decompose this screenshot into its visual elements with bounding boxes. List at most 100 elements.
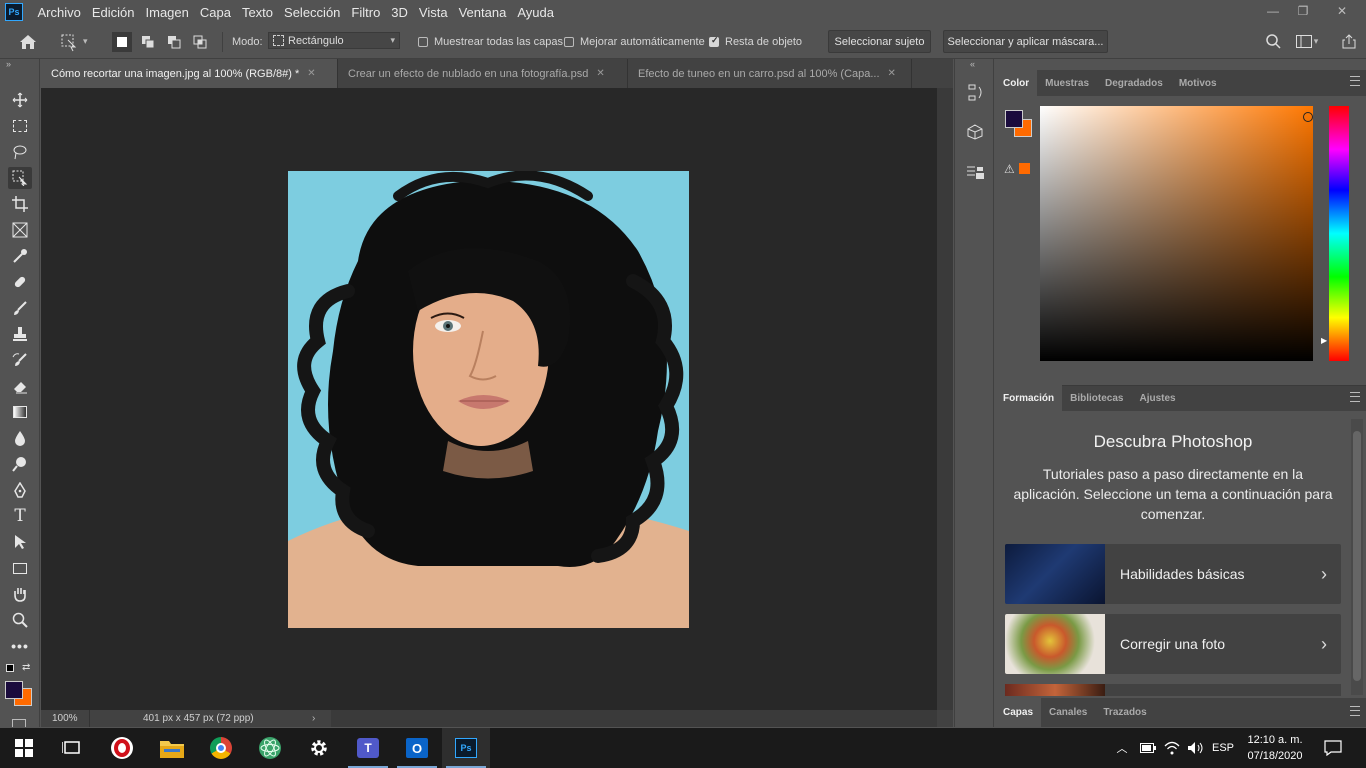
history-brush-icon[interactable]	[8, 349, 32, 371]
menu-vista[interactable]: Vista	[413, 0, 453, 24]
battery-icon[interactable]	[1136, 728, 1160, 768]
tab-color[interactable]: Color	[995, 70, 1038, 96]
close-tab-icon[interactable]: ✕	[596, 68, 604, 79]
card-habilidades-basicas[interactable]: Habilidades básicas ›	[1005, 544, 1341, 604]
panel-menu-icon[interactable]	[1350, 76, 1360, 86]
home-icon[interactable]	[16, 24, 40, 59]
tool-preset-picker[interactable]: ▾	[58, 24, 98, 59]
zoom-level[interactable]: 100%	[52, 713, 78, 724]
rectangular-marquee-icon[interactable]	[8, 115, 32, 137]
sample-all-layers-checkbox[interactable]: Muestrear todas las capas	[418, 24, 563, 59]
default-colors-icon[interactable]	[6, 664, 14, 672]
tab-muestras[interactable]: Muestras	[1037, 70, 1097, 96]
clock[interactable]: 12:10 a. m. 07/18/2020	[1242, 728, 1308, 768]
menu-archivo[interactable]: Archivo	[32, 0, 86, 24]
hue-slider-marker-icon[interactable]: ▶	[1321, 336, 1327, 345]
tab-capas[interactable]: Capas	[995, 698, 1042, 727]
menu-texto[interactable]: Texto	[236, 0, 278, 24]
object-selection-icon[interactable]	[8, 167, 32, 189]
photoshop-taskbar-icon[interactable]: Ps	[442, 728, 490, 768]
wifi-icon[interactable]	[1160, 728, 1184, 768]
close-tab-icon[interactable]: ✕	[888, 68, 896, 79]
color-picker-field[interactable]	[1040, 106, 1313, 361]
horizontal-scrollbar[interactable]	[331, 710, 937, 727]
auto-enhance-checkbox[interactable]: Mejorar automáticamente	[564, 24, 705, 59]
tab-trazados[interactable]: Trazados	[1095, 698, 1154, 727]
quick-mask-icon[interactable]	[12, 719, 26, 727]
tab-ajustes[interactable]: Ajustes	[1131, 385, 1183, 411]
task-view-icon[interactable]	[48, 728, 96, 768]
type-tool-icon[interactable]: T	[8, 505, 32, 527]
chevron-up-icon[interactable]: ︿	[1110, 728, 1134, 768]
vertical-scrollbar[interactable]	[937, 88, 953, 710]
pen-icon[interactable]	[8, 479, 32, 501]
minimize-icon[interactable]: —	[1257, 0, 1289, 22]
teams-icon[interactable]: T	[344, 728, 392, 768]
volume-icon[interactable]	[1184, 728, 1208, 768]
menu-seleccion[interactable]: Selección	[279, 0, 346, 24]
close-icon[interactable]: ✕	[1322, 0, 1362, 22]
object-subtract-checkbox[interactable]: Resta de objeto	[709, 24, 802, 59]
settings-gear-icon[interactable]	[295, 728, 343, 768]
eyedropper-icon[interactable]	[8, 245, 32, 267]
gamut-color-swatch[interactable]	[1019, 163, 1030, 174]
restore-icon[interactable]: ❐	[1287, 0, 1319, 22]
eraser-icon[interactable]	[8, 375, 32, 397]
subtract-selection-icon[interactable]	[164, 32, 184, 52]
mode-select[interactable]: Rectángulo ▾	[268, 32, 400, 49]
swap-colors-icon[interactable]: ⇄	[22, 662, 30, 673]
new-selection-icon[interactable]	[112, 32, 132, 52]
hand-icon[interactable]	[8, 583, 32, 605]
panel-menu-icon[interactable]	[1350, 392, 1360, 402]
menu-capa[interactable]: Capa	[194, 0, 236, 24]
file-explorer-icon[interactable]	[148, 728, 196, 768]
menu-ayuda[interactable]: Ayuda	[512, 0, 560, 24]
select-and-mask-button[interactable]: Seleccionar y aplicar máscara...	[943, 30, 1108, 53]
blur-icon[interactable]	[8, 427, 32, 449]
menu-edicion[interactable]: Edición	[86, 0, 140, 24]
dodge-icon[interactable]	[8, 453, 32, 475]
menu-3d[interactable]: 3D	[386, 0, 414, 24]
hue-slider[interactable]	[1329, 106, 1349, 361]
add-selection-icon[interactable]	[138, 32, 158, 52]
clone-stamp-icon[interactable]	[8, 323, 32, 345]
tab-formacion[interactable]: Formación	[995, 385, 1063, 411]
foreground-color-swatch[interactable]	[5, 681, 23, 699]
tab-efecto-tuneo[interactable]: Efecto de tuneo en un carro.psd al 100% …	[628, 59, 912, 88]
menu-ventana[interactable]: Ventana	[453, 0, 512, 24]
windows-start-icon[interactable]	[0, 728, 48, 768]
tab-canales[interactable]: Canales	[1041, 698, 1095, 727]
collapse-icon[interactable]: »	[6, 59, 11, 69]
panel-menu-icon[interactable]	[1350, 706, 1360, 716]
atom-icon[interactable]	[246, 728, 294, 768]
healing-brush-icon[interactable]	[8, 271, 32, 293]
notifications-icon[interactable]	[1318, 728, 1348, 768]
chevron-right-icon[interactable]: ›	[312, 713, 315, 724]
card-corregir-foto[interactable]: Corregir una foto ›	[1005, 614, 1341, 674]
close-tab-icon[interactable]: ✕	[307, 68, 315, 79]
chrome-icon[interactable]	[197, 728, 245, 768]
photoshop-logo-icon[interactable]: Ps	[5, 3, 23, 21]
rectangle-shape-icon[interactable]	[8, 557, 32, 579]
3d-panel-icon[interactable]	[963, 120, 987, 144]
language-indicator[interactable]: ESP	[1208, 728, 1238, 768]
tab-bibliotecas[interactable]: Bibliotecas	[1062, 385, 1131, 411]
learn-scrollbar[interactable]	[1351, 419, 1363, 695]
gamut-warning-icon[interactable]: ⚠	[1004, 162, 1015, 176]
history-panel-icon[interactable]	[963, 81, 987, 105]
card-partial[interactable]	[1005, 684, 1341, 696]
outlook-icon[interactable]: O	[393, 728, 441, 768]
frame-icon[interactable]	[8, 219, 32, 241]
select-subject-button[interactable]: Seleccionar sujeto	[828, 30, 931, 53]
brush-icon[interactable]	[8, 297, 32, 319]
path-selection-icon[interactable]	[8, 531, 32, 553]
more-tools-icon[interactable]: •••	[8, 635, 32, 657]
workspace-icon[interactable]: ▾	[1293, 24, 1321, 59]
tab-efecto-nublado[interactable]: Crear un efecto de nublado en una fotogr…	[338, 59, 628, 88]
search-icon[interactable]	[1264, 24, 1282, 59]
tab-motivos[interactable]: Motivos	[1171, 70, 1225, 96]
collapse-icon[interactable]: «	[970, 59, 975, 69]
gradient-icon[interactable]	[8, 401, 32, 423]
menu-filtro[interactable]: Filtro	[346, 0, 386, 24]
document-image[interactable]	[288, 171, 689, 628]
